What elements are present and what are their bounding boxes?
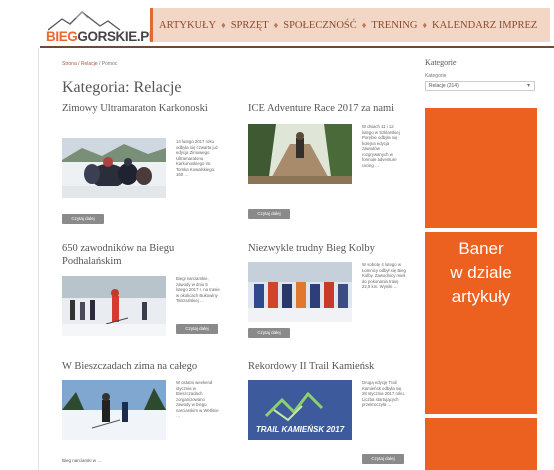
article-card: Niezwykle trudny Bieg Kolby W sobotę 4 l… [248, 242, 418, 352]
article-excerpt: W ostatni weekend stycznia w Bieszczadac… [176, 380, 219, 418]
article-title[interactable]: Zimowy Ultramaraton Karkonoski [62, 102, 232, 115]
article-thumbnail[interactable] [62, 138, 166, 198]
read-more-button[interactable]: Czytaj dalej [362, 454, 404, 464]
read-more-button[interactable]: Czytaj dalej [62, 214, 104, 224]
event-logo-text: TRAIL KAMIEŃSK 2017 [256, 425, 345, 434]
nav-item-trening[interactable]: TRENING [371, 20, 417, 31]
ad-banner-articles[interactable]: Baner w dziale artykuły [425, 232, 537, 414]
article-thumbnail[interactable]: TRAIL KAMIEŃSK 2017 [248, 380, 352, 440]
read-more-button[interactable]: Czytaj dalej [176, 324, 218, 334]
article-thumbnail[interactable] [248, 262, 352, 322]
article-card: W Bieszczadach zima na całego W ostatni … [62, 360, 232, 466]
main-content: Strona / Relacje / Pomoc Kategoria: Rela… [48, 56, 418, 470]
page-title: Kategoria: Relacje [62, 79, 182, 96]
breadcrumb-home[interactable]: Strona [62, 61, 77, 67]
article-title[interactable]: ICE Adventure Race 2017 za nami [248, 102, 418, 115]
article-title[interactable]: Rekordowy II Trail Kamieńsk [248, 360, 418, 373]
breadcrumb-current: Pomoc [101, 61, 118, 67]
nav-separator-icon: ♦ [221, 20, 226, 30]
category-select-label: Kategorie [425, 73, 447, 79]
category-select-value: Relacje (214) [429, 83, 459, 89]
article-excerpt: 14 lutego 2017 roku odbyła się czwarta j… [176, 139, 219, 177]
article-title[interactable]: W Bieszczadach zima na całego [62, 360, 232, 373]
article-excerpt: W dniach 11 i 12 lutego w Szklarskiej Po… [362, 124, 400, 168]
logo-text: BIEGGORSKIE.PL [46, 29, 157, 44]
ad-banner-bottom[interactable] [425, 418, 537, 470]
read-more-button[interactable]: Czytaj dalej [248, 209, 290, 219]
article-card: 650 zawodników na Biegu Podhalańskim Bie… [62, 242, 232, 352]
content-frame-border [38, 48, 39, 470]
article-thumbnail[interactable] [62, 276, 166, 336]
article-excerpt: Drugą edycję Trail Kamieńsk odbyła się 2… [362, 380, 405, 407]
sidebar-title: Kategorie [425, 58, 457, 67]
nav-item-kalendarz-imprez[interactable]: KALENDARZ IMPREZ [432, 20, 537, 31]
nav-separator-icon: ♦ [422, 20, 428, 30]
breadcrumb-section[interactable]: Relacje [81, 61, 98, 67]
nav-item-spolecznosc[interactable]: SPOŁECZNOŚĆ [283, 20, 357, 31]
nav-separator-icon: ♦ [361, 20, 367, 30]
main-navigation: ARTYKUŁY ♦ SPRZĘT ♦ SPOŁECZNOŚĆ ♦ TRENIN… [150, 8, 550, 42]
ad-banner-top[interactable] [425, 108, 537, 228]
site-header: BIEGGORSKIE.PL ARTYKUŁY ♦ SPRZĘT ♦ SPOŁE… [0, 0, 554, 48]
article-excerpt: Biegi narciarskie, zawody w dniu 5 luteg… [176, 276, 220, 303]
article-title[interactable]: Niezwykle trudny Bieg Kolby [248, 242, 418, 255]
article-title[interactable]: 650 zawodników na Biegu Podhalańskim [62, 242, 232, 268]
nav-item-artykuly[interactable]: ARTYKUŁY [159, 20, 216, 31]
category-select[interactable]: Relacje (214) ▾ [425, 81, 535, 91]
article-card: ICE Adventure Race 2017 za nami W dniach… [248, 102, 418, 227]
article-excerpt: W sobotę 4 lutego w Łomnicy odbył się Bi… [362, 262, 406, 289]
nav-separator-icon: ♦ [273, 20, 279, 30]
banner-text: Baner w dziale artykuły [450, 239, 512, 306]
read-more-button[interactable]: Czytaj dalej [248, 328, 290, 338]
article-thumbnail[interactable] [62, 380, 166, 440]
chevron-down-icon: ▾ [526, 83, 530, 89]
header-divider [40, 46, 554, 48]
article-card: Zimowy Ultramaraton Karkonoski 14 lutego… [62, 102, 232, 227]
article-thumbnail[interactable] [248, 124, 352, 184]
nav-item-sprzet[interactable]: SPRZĘT [231, 20, 269, 31]
article-card: Rekordowy II Trail Kamieńsk TRAIL KAMIEŃ… [248, 360, 418, 466]
article-footer-text[interactable]: Bieg narciarski w … [62, 458, 102, 463]
breadcrumb: Strona / Relacje / Pomoc [62, 61, 118, 67]
site-logo[interactable]: BIEGGORSKIE.PL [46, 10, 157, 46]
